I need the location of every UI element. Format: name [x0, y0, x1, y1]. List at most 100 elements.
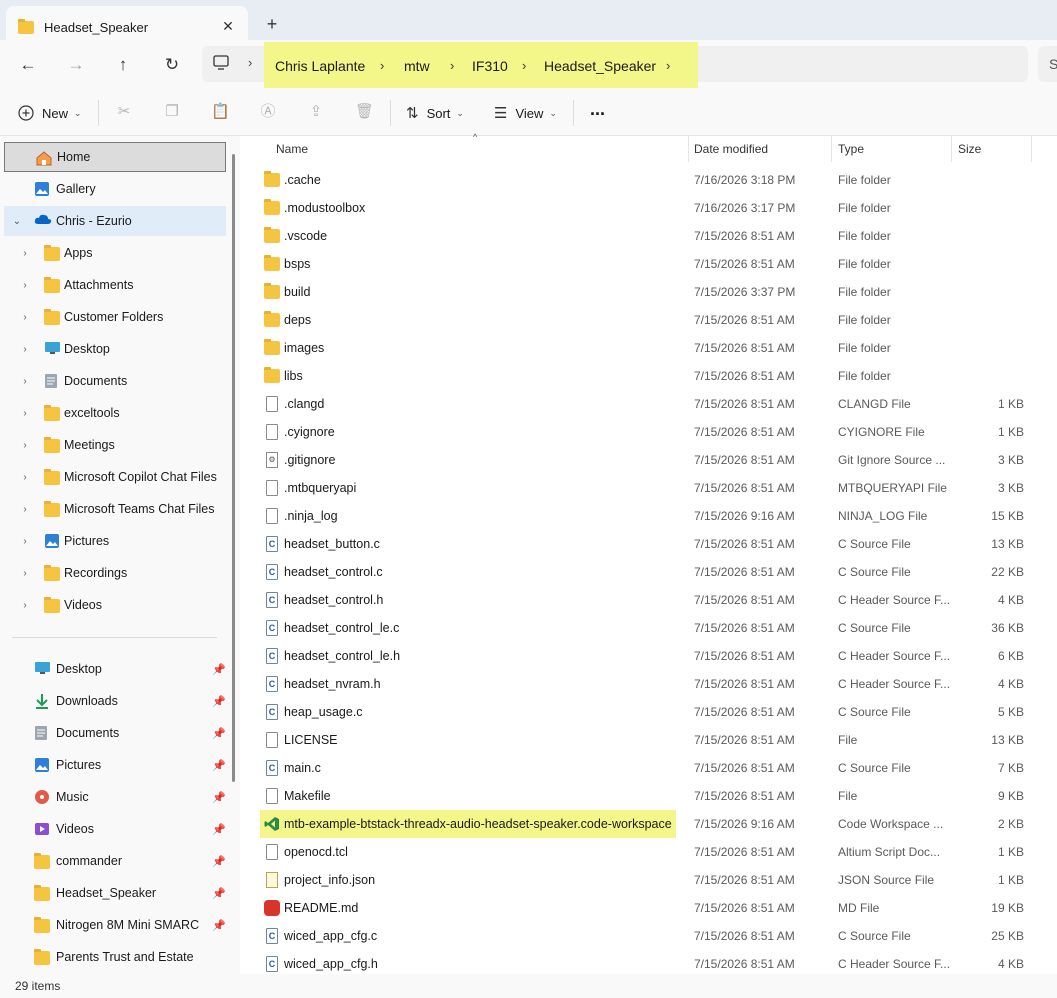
column-header-type[interactable]: Type	[832, 136, 951, 162]
quick-access-documents[interactable]: Documents 📌	[4, 718, 226, 748]
sidebar-item-chris-ezurio[interactable]: ⌄ Chris - Ezurio	[4, 206, 226, 236]
this-pc-icon[interactable]	[212, 54, 230, 72]
quick-access-headset-speaker[interactable]: Headset_Speaker 📌	[4, 878, 226, 908]
quick-access-desktop[interactable]: Desktop 📌	[4, 654, 226, 684]
chevron-right-icon[interactable]: ›	[19, 440, 31, 451]
chevron-right-icon[interactable]: ›	[19, 568, 31, 579]
quick-access-parents-trust-and-estate[interactable]: Parents Trust and Estate	[4, 942, 226, 972]
quick-access-downloads[interactable]: Downloads 📌	[4, 686, 226, 716]
sidebar-item-videos[interactable]: › Videos	[4, 590, 226, 620]
chevron-down-icon[interactable]: ⌄	[11, 216, 23, 227]
file-row[interactable]: deps 7/15/2026 8:51 AM File folder	[256, 306, 1046, 334]
more-options-button[interactable]: ...	[590, 98, 605, 120]
file-row[interactable]: mtb-example-btstack-threadx-audio-headse…	[256, 810, 1046, 838]
file-row[interactable]: .vscode 7/15/2026 8:51 AM File folder	[256, 222, 1046, 250]
close-tab-icon[interactable]: ✕	[218, 16, 238, 36]
breadcrumb-mtw[interactable]: mtw	[404, 58, 430, 74]
file-row[interactable]: project_info.json 7/15/2026 8:51 AM JSON S…	[256, 866, 1046, 894]
file-row[interactable]: libs 7/15/2026 8:51 AM File folder	[256, 362, 1046, 390]
sort-button[interactable]: ⇅ Sort ⌄	[406, 102, 464, 124]
file-row[interactable]: README.md 7/15/2026 8:51 AM MD File 19 KB	[256, 894, 1046, 922]
pin-icon[interactable]: 📌	[212, 727, 226, 740]
breadcrumb-headset-speaker[interactable]: Headset_Speaker	[544, 58, 656, 74]
sidebar-item-gallery[interactable]: Gallery	[4, 174, 226, 204]
file-row[interactable]: .modustoolbox 7/16/2026 3:17 PM File folde…	[256, 194, 1046, 222]
quick-access-commander[interactable]: commander 📌	[4, 846, 226, 876]
chevron-right-icon[interactable]: ›	[666, 58, 670, 73]
file-row[interactable]: openocd.tcl 7/15/2026 8:51 AM Altium Scrip…	[256, 838, 1046, 866]
pin-icon[interactable]: 📌	[212, 887, 226, 900]
sidebar-item-apps[interactable]: › Apps	[4, 238, 226, 268]
new-button[interactable]: New ⌄	[18, 102, 82, 124]
file-row[interactable]: build 7/15/2026 3:37 PM File folder	[256, 278, 1046, 306]
column-header-date[interactable]: Date modified	[688, 136, 831, 162]
file-row[interactable]: Cheap_usage.c 7/15/2026 8:51 AM C Source F…	[256, 698, 1046, 726]
quick-access-nitrogen-8m-mini-smarc[interactable]: Nitrogen 8M Mini SMARC 📌	[4, 910, 226, 940]
pin-icon[interactable]: 📌	[212, 663, 226, 676]
chevron-right-icon[interactable]: ›	[19, 376, 31, 387]
file-row[interactable]: .cyignore 7/15/2026 8:51 AM CYIGNORE File 1…	[256, 418, 1046, 446]
delete-icon[interactable]: 🗑	[355, 103, 374, 121]
pin-icon[interactable]: 📌	[212, 919, 226, 932]
chevron-right-icon[interactable]: ›	[522, 58, 526, 73]
file-row[interactable]: Cheadset_control_le.h 7/15/2026 8:51 AM C …	[256, 642, 1046, 670]
sidebar-item-microsoft-teams-chat-files[interactable]: › Microsoft Teams Chat Files	[4, 494, 226, 524]
file-row[interactable]: ⚙ .gitignore 7/15/2026 8:51 AM Git Ignore S…	[256, 446, 1046, 474]
chevron-right-icon[interactable]: ›	[248, 55, 252, 70]
sidebar-item-customer-folders[interactable]: › Customer Folders	[4, 302, 226, 332]
chevron-right-icon[interactable]: ›	[380, 58, 384, 73]
column-header-name[interactable]: Name	[270, 136, 688, 162]
file-row[interactable]: Cheadset_control.h 7/15/2026 8:51 AM C Hea…	[256, 586, 1046, 614]
refresh-button[interactable]: ↻	[159, 52, 185, 78]
sidebar-item-microsoft-copilot-chat-files[interactable]: › Microsoft Copilot Chat Files	[4, 462, 226, 492]
view-button[interactable]: ☰ View ⌄	[494, 102, 557, 124]
rename-icon[interactable]: Ⓐ	[259, 103, 277, 121]
pin-icon[interactable]: 📌	[212, 791, 226, 804]
chevron-right-icon[interactable]: ›	[19, 536, 31, 547]
chevron-right-icon[interactable]: ›	[19, 408, 31, 419]
file-row[interactable]: .mtbqueryapi 7/15/2026 8:51 AM MTBQUERYAPI…	[256, 474, 1046, 502]
file-row[interactable]: Cheadset_control.c 7/15/2026 8:51 AM C Sou…	[256, 558, 1046, 586]
file-row[interactable]: Cheadset_control_le.c 7/15/2026 8:51 AM C …	[256, 614, 1046, 642]
chevron-right-icon[interactable]: ›	[19, 280, 31, 291]
chevron-right-icon[interactable]: ›	[19, 344, 31, 355]
sidebar-item-home[interactable]: Home	[4, 142, 226, 172]
back-button[interactable]: ←	[15, 52, 41, 78]
quick-access-videos[interactable]: Videos 📌	[4, 814, 226, 844]
sidebar-item-attachments[interactable]: › Attachments	[4, 270, 226, 300]
paste-icon[interactable]: 📋	[211, 103, 230, 121]
copy-icon[interactable]: ❐	[163, 103, 181, 121]
forward-button[interactable]: →	[63, 52, 89, 78]
quick-access-pictures[interactable]: Pictures 📌	[4, 750, 226, 780]
quick-access-music[interactable]: Music 📌	[4, 782, 226, 812]
sidebar-item-desktop[interactable]: › Desktop	[4, 334, 226, 364]
breadcrumb-if310[interactable]: IF310	[472, 58, 508, 74]
file-row[interactable]: .clangd 7/15/2026 8:51 AM CLANGD File 1 KB	[256, 390, 1046, 418]
file-row[interactable]: Makefile 7/15/2026 8:51 AM File 9 KB	[256, 782, 1046, 810]
file-row[interactable]: LICENSE 7/15/2026 8:51 AM File 13 KB	[256, 726, 1046, 754]
chevron-right-icon[interactable]: ›	[19, 312, 31, 323]
sidebar-scrollbar[interactable]	[232, 154, 235, 782]
chevron-right-icon[interactable]: ›	[450, 58, 454, 73]
file-row[interactable]: bsps 7/15/2026 8:51 AM File folder	[256, 250, 1046, 278]
up-button[interactable]: ↑	[110, 52, 136, 78]
sidebar-item-recordings[interactable]: › Recordings	[4, 558, 226, 588]
sidebar-item-meetings[interactable]: › Meetings	[4, 430, 226, 460]
file-row[interactable]: Cwiced_app_cfg.c 7/15/2026 8:51 AM C Sourc…	[256, 922, 1046, 950]
pin-icon[interactable]: 📌	[212, 695, 226, 708]
pin-icon[interactable]: 📌	[212, 823, 226, 836]
file-row[interactable]: .cache 7/16/2026 3:18 PM File folder	[256, 166, 1046, 194]
new-tab-button[interactable]: +	[260, 12, 284, 36]
breadcrumb-chris-laplante[interactable]: Chris Laplante	[275, 58, 365, 74]
chevron-right-icon[interactable]: ›	[19, 472, 31, 483]
sidebar-item-exceltools[interactable]: › exceltools	[4, 398, 226, 428]
chevron-right-icon[interactable]: ›	[19, 248, 31, 259]
sidebar-item-pictures[interactable]: › Pictures	[4, 526, 226, 556]
chevron-right-icon[interactable]: ›	[19, 600, 31, 611]
cut-icon[interactable]: ✂	[115, 103, 133, 121]
file-row[interactable]: Cmain.c 7/15/2026 8:51 AM C Source File 7 K…	[256, 754, 1046, 782]
share-icon[interactable]: ⇪	[307, 103, 325, 121]
chevron-right-icon[interactable]: ›	[19, 504, 31, 515]
column-header-size[interactable]: Size	[952, 136, 1031, 162]
pin-icon[interactable]: 📌	[212, 759, 226, 772]
